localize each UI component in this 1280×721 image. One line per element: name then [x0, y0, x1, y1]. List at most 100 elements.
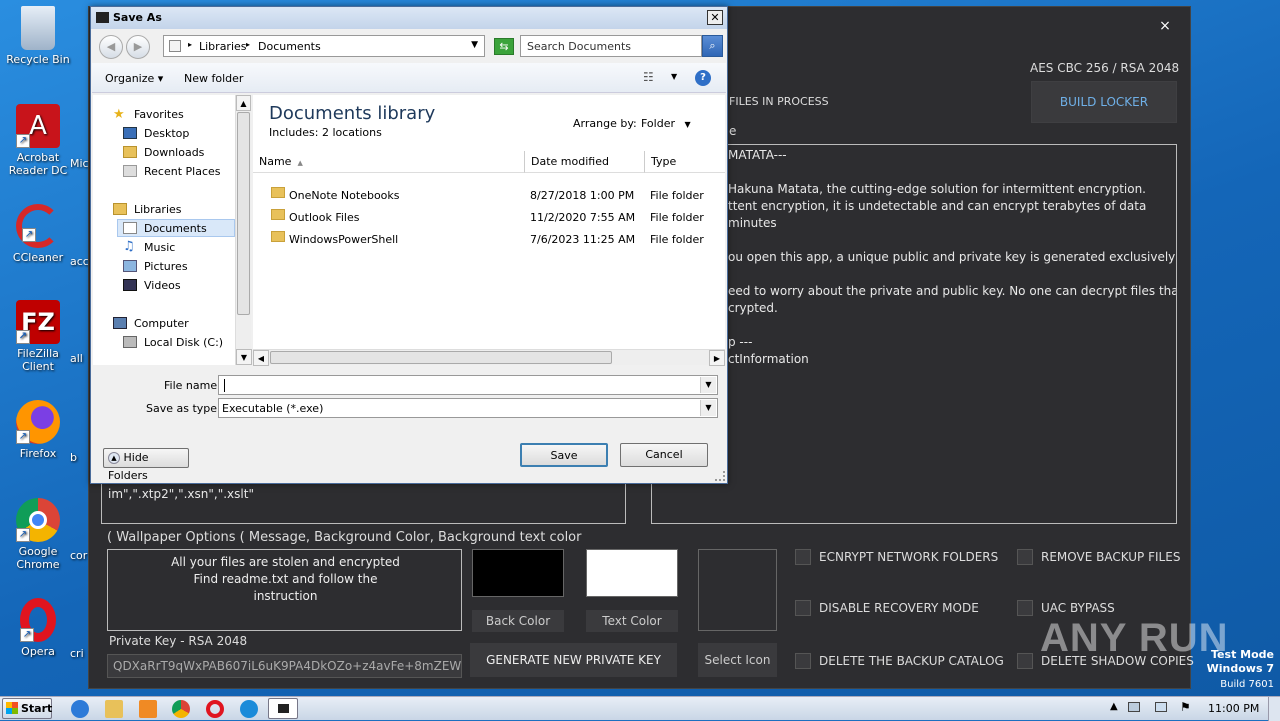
desktop-icon [123, 127, 137, 139]
column-date-header[interactable]: Date modified [525, 151, 645, 173]
recycle-bin-icon[interactable]: Recycle Bin [0, 6, 76, 66]
generate-private-key-button[interactable]: GENERATE NEW PRIVATE KEY [470, 643, 677, 677]
opera-icon[interactable]: ↗ Opera [0, 598, 76, 658]
back-button[interactable]: ◀ [99, 35, 123, 59]
file-name-input[interactable]: ▼ [218, 375, 718, 395]
ransom-note-textarea[interactable]: MATATA--- Hakuna Matata, the cutting-edg… [651, 144, 1177, 524]
shortcut-arrow-icon: ↗ [16, 430, 30, 444]
remove-backup-files-checkbox[interactable] [1017, 549, 1033, 565]
organize-menu[interactable]: Organize ▾ [105, 72, 163, 85]
nav-videos[interactable]: Videos [144, 279, 181, 292]
file-row[interactable]: Outlook Files 11/2/2020 7:55 AM File fol… [253, 207, 725, 227]
show-desktop-button[interactable] [1268, 697, 1280, 721]
save-as-type-select[interactable]: Executable (*.exe) ▼ [218, 398, 718, 418]
text-color-button[interactable]: Text Color [586, 610, 678, 632]
delete-shadow-copies-checkbox[interactable] [1017, 653, 1033, 669]
arrange-by-dropdown[interactable]: Folder ▼ [641, 117, 691, 130]
column-name-header[interactable]: Name ▲ [253, 151, 525, 173]
disable-recovery-mode-checkbox[interactable] [795, 600, 811, 616]
nav-scrollbar[interactable]: ▲ ▼ [235, 95, 252, 365]
help-icon[interactable]: ? [695, 70, 711, 86]
scroll-up-icon[interactable]: ▲ [236, 95, 251, 111]
trash-icon [21, 6, 55, 50]
nav-desktop[interactable]: Desktop [144, 127, 189, 140]
file-row[interactable]: OneNote Notebooks 8/27/2018 1:00 PM File… [253, 185, 725, 205]
address-bar[interactable]: ▸ Libraries ▸ Documents ▼ [163, 35, 485, 57]
ccleaner-icon[interactable]: ↗ CCleaner [0, 204, 76, 264]
firefox-icon[interactable]: ↗ Firefox [0, 400, 76, 460]
network-icon[interactable] [1128, 702, 1140, 712]
search-icon[interactable]: ⌕ [702, 35, 723, 57]
forward-button[interactable]: ▶ [126, 35, 150, 59]
monitor-icon[interactable] [1155, 702, 1167, 712]
nav-recent-places[interactable]: Recent Places [144, 165, 221, 178]
nav-downloads[interactable]: Downloads [144, 146, 204, 159]
select-icon-button[interactable]: Select Icon [698, 643, 777, 677]
column-type-header[interactable]: Type [645, 151, 725, 173]
view-options-icon[interactable]: ☷ [643, 70, 654, 84]
address-libraries[interactable]: Libraries [199, 40, 247, 53]
chrome-icon[interactable]: ↗ Google Chrome [0, 498, 76, 571]
wallpaper-message-textarea[interactable]: All your files are stolen and encrypted … [107, 549, 462, 631]
scroll-down-icon[interactable]: ▼ [236, 349, 252, 365]
encrypt-network-folders-checkbox[interactable] [795, 549, 811, 565]
nav-favorites[interactable]: Favorites [134, 108, 184, 121]
shortcut-arrow-icon: ↗ [20, 628, 34, 642]
chevron-down-icon[interactable]: ▼ [700, 400, 716, 416]
file-row[interactable]: WindowsPowerShell 7/6/2023 11:25 AM File… [253, 229, 725, 249]
app-close-button[interactable]: × [1152, 15, 1178, 37]
ransom-note-line: minutes [728, 216, 777, 230]
start-button[interactable]: Start [2, 698, 52, 719]
horizontal-scroll-thumb[interactable] [270, 351, 612, 364]
new-folder-button[interactable]: New folder [184, 72, 243, 85]
nav-scroll-thumb[interactable] [237, 112, 250, 315]
nav-computer[interactable]: Computer [134, 317, 189, 330]
chrome-taskbar-icon[interactable] [172, 700, 190, 718]
nav-music[interactable]: Music [144, 241, 175, 254]
filezilla-icon[interactable]: FZ ↗ FileZilla Client [0, 300, 76, 373]
address-documents[interactable]: Documents [258, 40, 321, 53]
flag-icon[interactable]: ⚑ [1180, 700, 1191, 714]
shortcut-arrow-icon: ↗ [16, 330, 30, 344]
nav-local-disk[interactable]: Local Disk (C:) [144, 336, 223, 349]
locker-app-taskbar-button[interactable] [268, 698, 298, 719]
remove-backup-files-label: REMOVE BACKUP FILES [1041, 550, 1181, 564]
text-color-swatch[interactable] [586, 549, 678, 597]
edge-taskbar-icon[interactable] [240, 700, 258, 718]
dialog-titlebar[interactable]: Save As ✕ [91, 7, 727, 29]
back-color-swatch[interactable] [472, 549, 564, 597]
nav-pictures[interactable]: Pictures [144, 260, 188, 273]
nav-libraries[interactable]: Libraries [134, 203, 182, 216]
horizontal-scrollbar[interactable]: ◀ ▶ [253, 349, 725, 366]
back-color-button[interactable]: Back Color [472, 610, 564, 632]
chevron-down-icon[interactable]: ▼ [700, 377, 716, 393]
acrobat-reader-icon[interactable]: A ↗ Acrobat Reader DC [0, 104, 76, 177]
scroll-right-icon[interactable]: ▶ [709, 350, 725, 366]
ie-icon[interactable] [71, 700, 89, 718]
explorer-icon[interactable] [105, 700, 123, 718]
wallpaper-message-text: All your files are stolen and encrypted … [171, 555, 400, 603]
file-name: OneNote Notebooks [289, 189, 400, 202]
search-input[interactable]: Search Documents [520, 35, 702, 57]
dialog-close-button[interactable]: ✕ [707, 10, 723, 25]
clock[interactable]: 11:00 PM [1208, 702, 1259, 715]
resize-grip[interactable] [715, 471, 725, 481]
delete-backup-catalog-checkbox[interactable] [795, 653, 811, 669]
hide-folders-button[interactable]: ▲ Hide Folders [103, 448, 189, 482]
private-key-field[interactable]: QDXaRrT9qWxPAB607iL6uK9PA4DkOZo+z4avFe+8… [107, 654, 462, 678]
build-locker-button[interactable]: BUILD LOCKER [1031, 81, 1177, 123]
save-button[interactable]: Save [520, 443, 608, 467]
media-player-icon[interactable] [139, 700, 157, 718]
chevron-down-icon[interactable]: ▼ [671, 72, 677, 81]
scroll-left-icon[interactable]: ◀ [253, 350, 269, 366]
cancel-button[interactable]: Cancel [620, 443, 708, 467]
chevron-down-icon[interactable]: ▼ [471, 40, 478, 50]
extensions-textarea[interactable]: im",".xtp2",".xsn",".xslt" [101, 482, 626, 524]
library-icon [169, 40, 181, 52]
nav-documents[interactable]: Documents [144, 222, 207, 235]
library-includes[interactable]: Includes: 2 locations [269, 126, 382, 139]
opera-taskbar-icon[interactable] [206, 700, 224, 718]
refresh-button[interactable]: ⇆ [494, 38, 514, 55]
uac-bypass-checkbox[interactable] [1017, 600, 1033, 616]
show-hidden-icons[interactable]: ▲ [1110, 701, 1118, 712]
